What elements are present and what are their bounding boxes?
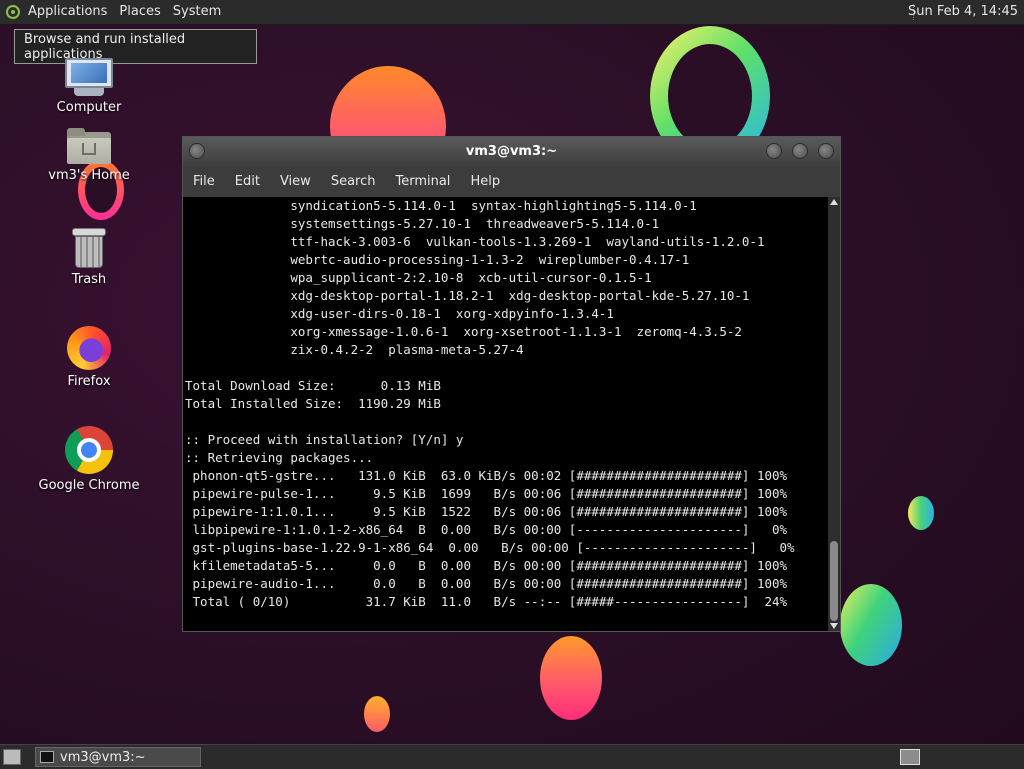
wallpaper-green-blob [840,584,902,666]
terminal-line: zix-0.4.2-2 plasma-meta-5.27-4 [185,342,524,357]
terminal-line: syndication5-5.114.0-1 syntax-highlighti… [185,198,697,213]
chrome-icon [65,426,113,474]
terminal-line: Total Download Size: 0.13 MiB [185,378,441,393]
terminal-line: libpipewire-1:1.0.1-2-x86_64 B 0.00 B/s … [185,522,788,537]
terminal-line: xdg-user-dirs-0.18-1 xorg-xdpyinfo-1.3.4… [185,306,614,321]
show-desktop-icon[interactable] [3,749,21,765]
taskbar-item-label: vm3@vm3:~ [60,749,146,765]
terminal-line: Total ( 0/10) 31.7 KiB 11.0 B/s --:-- [#… [185,594,788,609]
close-button[interactable] [818,143,834,159]
menu-edit[interactable]: Edit [225,167,270,197]
terminal-line: gst-plugins-base-1.22.9-1-x86_64 0.00 B/… [185,540,795,555]
places-menu[interactable]: Places [113,0,166,24]
maximize-button[interactable] [792,143,808,159]
terminal-line: :: Proceed with installation? [Y/n] y [185,432,464,447]
desktop-icon-label: Trash [71,272,107,287]
desktop-icon-computer[interactable]: Computer [34,58,144,115]
computer-stand [74,88,104,96]
terminal-scrollbar[interactable] [828,197,840,631]
terminal-line: pipewire-audio-1... 0.0 B 0.00 B/s 00:00… [185,576,788,591]
menu-search[interactable]: Search [321,167,386,197]
wallpaper-orange-blob [540,636,602,720]
workspace-switcher[interactable] [900,749,920,765]
menu-view[interactable]: View [270,167,321,197]
window-titlebar[interactable]: vm3@vm3:~ [183,137,840,167]
terminal-line: phonon-qt5-gstre... 131.0 KiB 63.0 KiB/s… [185,468,788,483]
scrollbar-thumb[interactable] [830,541,838,621]
applications-logo-icon[interactable] [6,5,20,19]
terminal-line: webrtc-audio-processing-1-1.3-2 wireplum… [185,252,690,267]
clock[interactable]: Sun Feb 4, 14:45 [908,0,1018,24]
bottom-panel: vm3@vm3:~ [0,744,1024,769]
terminal-window: vm3@vm3:~ File Edit View Search Terminal… [182,136,841,632]
desktop-icon-label: Google Chrome [38,478,140,493]
firefox-icon [67,326,111,370]
wallpaper-orange-blob [364,696,390,732]
scroll-up-arrow-icon[interactable] [830,199,838,205]
applications-menu[interactable]: Applications [22,0,113,24]
menu-help[interactable]: Help [460,167,510,197]
terminal-line: systemsettings-5.27.10-1 threadweaver5-5… [185,216,660,231]
terminal-line: Total Installed Size: 1190.29 MiB [185,396,441,411]
trash-icon [72,228,106,268]
desktop-icon-home[interactable]: vm3's Home [34,128,144,183]
terminal-line: kfilemetadata5-5... 0.0 B 0.00 B/s 00:00… [185,558,788,573]
wallpaper-green-blob [908,496,934,530]
terminal-line: :: Retrieving packages... [185,450,374,465]
terminal-menubar: File Edit View Search Terminal Help [183,167,840,197]
terminal-line: xdg-desktop-portal-1.18.2-1 xdg-desktop-… [185,288,750,303]
top-panel: Applications Places System Sun Feb 4, 14… [0,0,1024,25]
terminal-line: wpa_supplicant-2:2.10-8 xcb-util-cursor-… [185,270,652,285]
minimize-button[interactable] [766,143,782,159]
terminal-line: ttf-hack-3.003-6 vulkan-tools-1.3.269-1 … [185,234,765,249]
window-menu-button[interactable] [189,143,205,159]
terminal-output[interactable]: syndication5-5.114.0-1 syntax-highlighti… [183,197,828,631]
computer-icon [65,58,113,88]
system-menu[interactable]: System [167,0,227,24]
desktop-icon-firefox[interactable]: Firefox [34,326,144,389]
window-title: vm3@vm3:~ [465,144,558,159]
desktop-icon-trash[interactable]: Trash [34,228,144,287]
menu-file[interactable]: File [183,167,225,197]
desktop-icon-label: vm3's Home [48,168,130,183]
terminal-line: pipewire-1:1.0.1... 9.5 KiB 1522 B/s 00:… [185,504,788,519]
desktop-icon-chrome[interactable]: Google Chrome [34,426,144,493]
menu-terminal[interactable]: Terminal [385,167,460,197]
terminal-icon [40,751,54,763]
taskbar-item-terminal[interactable]: vm3@vm3:~ [35,747,201,767]
desktop-icon-label: Computer [56,100,122,115]
terminal-line: pipewire-pulse-1... 9.5 KiB 1699 B/s 00:… [185,486,788,501]
scroll-down-arrow-icon[interactable] [830,623,838,629]
desktop-icon-label: Firefox [67,374,111,389]
home-folder-icon [67,128,111,164]
terminal-line: xorg-xmessage-1.0.6-1 xorg-xsetroot-1.1.… [185,324,742,339]
